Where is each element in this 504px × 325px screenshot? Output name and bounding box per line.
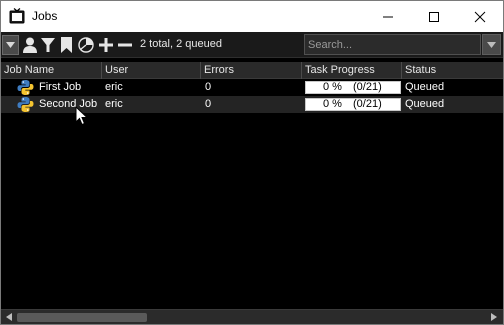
job-user: eric (105, 81, 123, 93)
chevron-down-icon (6, 42, 15, 48)
table-header: Job Name User Errors Task Progress Statu… (1, 62, 503, 79)
scrollbar-thumb[interactable] (17, 313, 147, 322)
pie-chart-icon (78, 37, 94, 53)
job-errors: 0 (205, 81, 212, 93)
mouse-cursor-icon (75, 106, 89, 126)
python-job-icon (17, 97, 34, 112)
bookmark-button[interactable] (58, 35, 75, 55)
chevron-down-icon (487, 41, 496, 48)
job-status: Queued (405, 81, 445, 93)
horizontal-scrollbar[interactable] (1, 309, 503, 324)
minimize-button[interactable] (365, 1, 411, 32)
task-progress-bar: 0 % (0/21) (305, 98, 401, 111)
maximize-button[interactable] (411, 1, 457, 32)
title-bar: Jobs (1, 1, 503, 32)
progress-percent: 0 % (323, 98, 342, 110)
progress-fraction: (0/21) (353, 98, 382, 110)
plus-icon (98, 38, 113, 52)
chevron-right-icon (491, 313, 497, 321)
bookmark-icon (61, 37, 72, 53)
scroll-right-button[interactable] (488, 311, 500, 323)
column-header-user[interactable]: User (102, 62, 201, 79)
table-row[interactable]: First Job eric 0 0 % (0/21) Queued (1, 79, 503, 96)
close-button[interactable] (457, 1, 503, 32)
menu-dropdown-button[interactable] (2, 35, 19, 55)
window-title: Jobs (32, 9, 58, 23)
job-status: Queued (405, 98, 445, 110)
job-summary: 2 total, 2 queued (140, 38, 222, 50)
progress-fraction: (0/21) (353, 81, 382, 93)
filter-icon (40, 38, 55, 52)
chevron-left-icon (6, 313, 12, 321)
column-header-errors[interactable]: Errors (201, 62, 302, 79)
progress-percent: 0 % (323, 81, 342, 93)
maximize-icon (429, 11, 439, 22)
search-input[interactable] (304, 34, 481, 55)
column-header-job-name[interactable]: Job Name (1, 62, 102, 79)
toolbar: 2 total, 2 queued (1, 32, 503, 58)
user-icon (22, 37, 37, 53)
minimize-icon (383, 16, 393, 17)
search-options-button[interactable] (482, 34, 501, 55)
add-button[interactable] (97, 35, 114, 55)
close-icon (474, 11, 486, 22)
pie-chart-button[interactable] (77, 35, 95, 55)
minus-icon (117, 43, 132, 47)
filter-button[interactable] (39, 35, 56, 55)
job-errors: 0 (205, 98, 212, 110)
job-name: First Job (39, 81, 82, 93)
jobs-window: Jobs 2 total, 2 queued Search... Job Nam… (0, 0, 504, 325)
app-tv-icon (9, 8, 25, 24)
scroll-left-button[interactable] (3, 311, 15, 323)
column-header-status[interactable]: Status (402, 62, 503, 79)
job-user: eric (105, 98, 123, 110)
remove-button[interactable] (116, 35, 133, 55)
task-progress-bar: 0 % (0/21) (305, 81, 401, 94)
column-header-task-progress[interactable]: Task Progress (302, 62, 402, 79)
user-filter-button[interactable] (21, 35, 38, 55)
python-job-icon (17, 80, 34, 95)
job-list-empty-area (1, 113, 503, 309)
